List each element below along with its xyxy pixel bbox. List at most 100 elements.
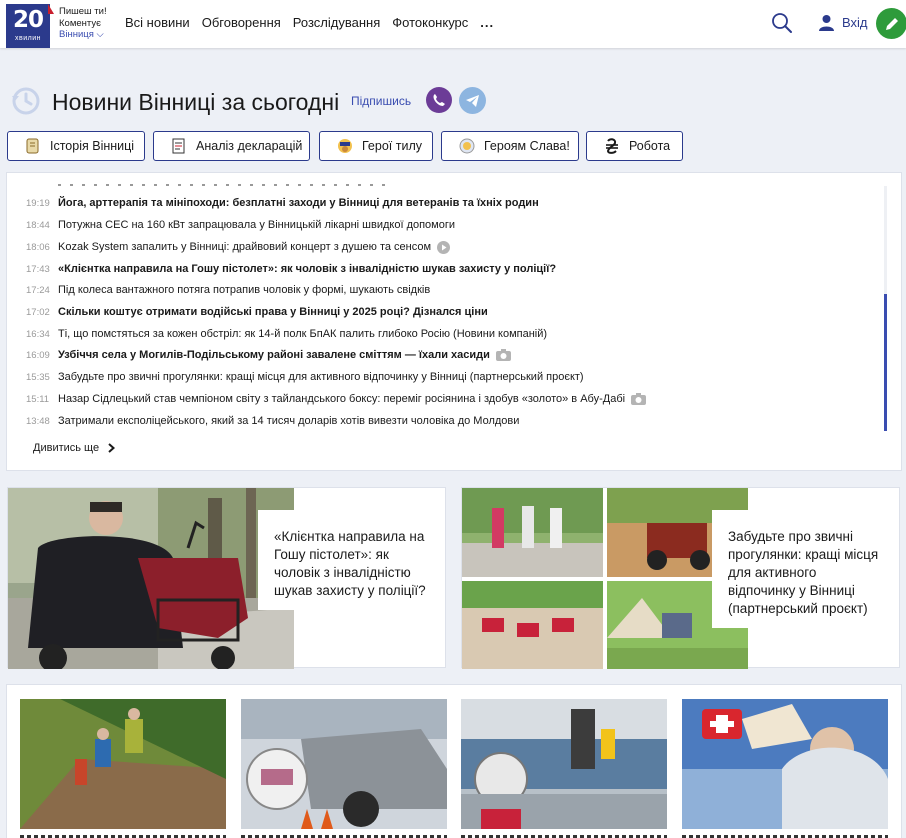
document-icon: [172, 138, 185, 154]
slogan-line: Коментує: [59, 17, 101, 29]
main-nav: Всі новини Обговорення Розслідування Фот…: [125, 15, 506, 30]
page-title: Новини Вінниці за сьогодні: [52, 89, 340, 115]
news-item[interactable]: 18:06 Kozak System запалить у Вінниці: д…: [26, 236, 451, 258]
logo-subtitle: хвилин: [15, 35, 41, 42]
news-title: Скільки коштує отримати водійські права …: [58, 306, 488, 318]
news-item[interactable]: 18:44 Потужна СЕС на 160 кВт запрацювала…: [26, 214, 455, 236]
news-time: 19:19: [26, 197, 50, 209]
news-title: Потужна СЕС на 160 кВт запрацювала у Він…: [58, 219, 456, 231]
viber-icon[interactable]: [426, 87, 452, 113]
tag-glory-to-heroes[interactable]: Героям Слава!: [441, 131, 579, 161]
telegram-icon[interactable]: [459, 87, 486, 114]
article-thumbnail[interactable]: [461, 699, 667, 829]
medal-icon: [459, 138, 475, 154]
news-item[interactable]: 17:24 Під колеса вантажного потяга потра…: [26, 279, 430, 301]
tag-label: Героям Слава!: [484, 139, 570, 153]
search-icon[interactable]: [771, 12, 793, 34]
article-photo: [8, 488, 294, 669]
subscribe-link[interactable]: Підпишись: [351, 94, 411, 108]
news-title: Під колеса вантажного потяга потрапив чо…: [58, 284, 431, 296]
chevron-down-icon: ⌵: [93, 29, 104, 40]
article-thumbnail-title-cut: [241, 832, 447, 838]
featured-article-title: «Клієнтка направила на Гошу пістолет»: я…: [258, 510, 438, 610]
news-time: 16:09: [26, 349, 50, 361]
news-title: Йога, арттерапія та мініпоходи: безплатн…: [58, 197, 539, 209]
article-thumbnail[interactable]: [20, 699, 226, 829]
video-icon: [437, 240, 451, 254]
tag-label: Робота: [629, 139, 671, 153]
news-title: Kozak System запалить у Вінниці: драйвов…: [58, 241, 432, 253]
news-title: Ті, що помстяться за кожен обстріл: як 1…: [58, 328, 548, 340]
news-time: 15:35: [26, 371, 50, 383]
news-title: Узбіччя села у Могилів-Подільському райо…: [58, 349, 490, 361]
logo-accent: [48, 4, 54, 14]
user-icon: [819, 15, 834, 31]
article-photo-collage: [462, 488, 748, 669]
pencil-icon: [885, 17, 898, 30]
news-item[interactable]: 16:09 Узбіччя села у Могилів-Подільськом…: [26, 344, 511, 366]
news-item[interactable]: 13:48 Затримали експоліцейського, який з…: [26, 410, 519, 432]
slogan-line: Пишеш ти!: [59, 6, 107, 17]
camera-icon: [631, 393, 647, 405]
history-icon: [12, 87, 40, 115]
paper-plane-icon: [466, 94, 479, 107]
camera-icon: [495, 349, 511, 361]
article-thumbnail-title-cut: [461, 832, 667, 838]
news-time: 17:02: [26, 306, 50, 318]
article-thumbnail-title-cut: [682, 832, 888, 838]
news-time: 18:06: [26, 241, 50, 253]
article-thumbnail[interactable]: [241, 699, 447, 829]
see-more-link[interactable]: Дивитись ще: [33, 442, 116, 454]
tag-declarations-analysis[interactable]: Аналіз декларацій: [153, 131, 310, 161]
cut-off-row: [58, 181, 388, 186]
news-title: Забудьте про звичні прогулянки: кращі мі…: [58, 371, 584, 383]
see-more-label: Дивитись ще: [33, 442, 100, 454]
news-title: Назар Сідлецький став чемпіоном світу з …: [58, 393, 626, 405]
news-time: 16:34: [26, 328, 50, 340]
city-selector[interactable]: Вінниця ⌵: [59, 29, 107, 41]
news-item[interactable]: 16:34 Ті, що помстяться за кожен обстріл…: [26, 323, 547, 345]
news-title: Затримали експоліцейського, який за 14 т…: [58, 415, 520, 427]
tag-label: Історія Вінниці: [50, 139, 135, 153]
news-item[interactable]: 17:02 Скільки коштує отримати водійські …: [26, 301, 488, 323]
news-scrollbar-thumb[interactable]: [884, 294, 887, 431]
nav-more-button[interactable]: ...: [480, 15, 494, 30]
scroll-icon: [26, 138, 39, 154]
hero-icon: [338, 139, 352, 153]
news-item[interactable]: 15:35 Забудьте про звичні прогулянки: кр…: [26, 366, 584, 388]
tag-jobs[interactable]: Робота: [586, 131, 683, 161]
nav-item-all-news[interactable]: Всі новини: [125, 15, 190, 30]
login-button[interactable]: Вхід: [818, 14, 868, 31]
site-header: 20 хвилин Пишеш ти! Коментує Вінниця ⌵ В…: [0, 0, 906, 48]
featured-article-title: Забудьте про звичні прогулянки: кращі мі…: [712, 510, 892, 628]
site-slogan: Пишеш ти! Коментує Вінниця ⌵: [59, 6, 107, 41]
city-name: Вінниця: [59, 29, 94, 40]
news-time: 18:44: [26, 219, 50, 231]
news-time: 13:48: [26, 415, 50, 427]
tag-history-of-vinnytsia[interactable]: Історія Вінниці: [7, 131, 145, 161]
site-logo[interactable]: 20 хвилин: [6, 4, 54, 48]
news-time: 15:11: [26, 393, 50, 405]
article-thumbnail-title-cut: [20, 832, 226, 838]
hryvnia-icon: [606, 138, 618, 154]
login-label: Вхід: [842, 15, 868, 30]
nav-item-discussions[interactable]: Обговорення: [202, 15, 281, 30]
news-item[interactable]: 19:19 Йога, арттерапія та мініпоходи: бе…: [26, 192, 539, 214]
logo-number: 20: [12, 7, 44, 33]
nav-item-investigations[interactable]: Розслідування: [293, 15, 380, 30]
news-time: 17:24: [26, 284, 50, 296]
tag-label: Аналіз декларацій: [196, 139, 303, 153]
write-post-button[interactable]: [876, 8, 906, 39]
nav-item-photo-contest[interactable]: Фотоконкурс: [392, 15, 468, 30]
phone-icon: [433, 94, 445, 106]
news-item[interactable]: 15:11 Назар Сідлецький став чемпіоном св…: [26, 388, 647, 410]
news-item[interactable]: 17:43 «Клієнтка направила на Гошу пістол…: [26, 258, 556, 280]
featured-article[interactable]: Забудьте про звичні прогулянки: кращі мі…: [461, 487, 900, 669]
news-time: 17:43: [26, 263, 50, 275]
news-title: «Клієнтка направила на Гошу пістолет»: я…: [58, 263, 557, 275]
tag-home-front-heroes[interactable]: Герої тилу: [319, 131, 433, 161]
chevron-right-icon: [108, 443, 116, 453]
article-thumbnail[interactable]: [682, 699, 888, 829]
tag-label: Герої тилу: [362, 139, 422, 153]
featured-article[interactable]: «Клієнтка направила на Гошу пістолет»: я…: [7, 487, 446, 669]
